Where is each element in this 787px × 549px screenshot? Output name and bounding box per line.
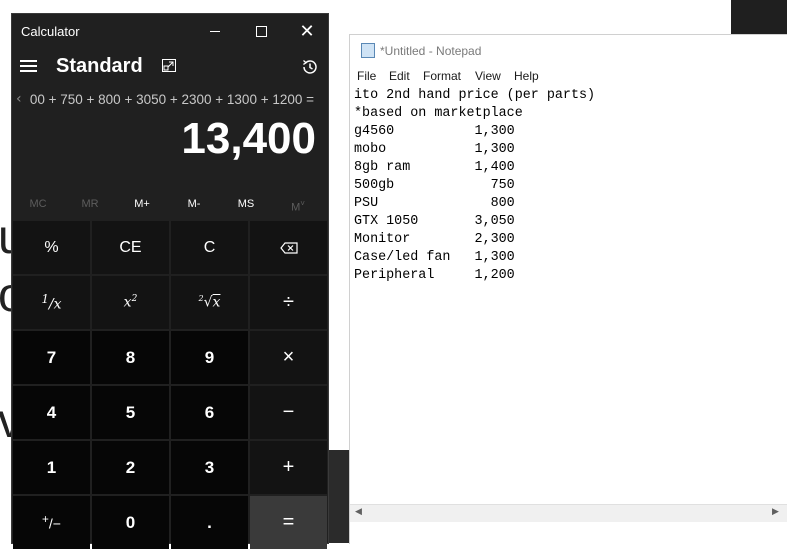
digit-2-button[interactable]: 2	[92, 441, 169, 494]
text-line: GTX 1050 3,050	[354, 214, 515, 229]
memory-clear-button[interactable]: MC	[12, 192, 64, 216]
memory-list-button[interactable]: M˅	[272, 192, 324, 216]
menu-edit[interactable]: Edit	[389, 69, 410, 83]
digit-0-button[interactable]: 0	[92, 496, 169, 549]
menu-help[interactable]: Help	[514, 69, 539, 83]
memory-list-label: M	[291, 201, 301, 214]
digit-1-button[interactable]: 1	[13, 441, 90, 494]
square-button[interactable]: x2	[92, 276, 169, 329]
backspace-button[interactable]	[250, 221, 327, 274]
backspace-icon	[279, 241, 298, 254]
notepad-text-area[interactable]: ito 2nd hand price (per parts) *based on…	[350, 87, 787, 504]
calculator-header: Standard	[12, 48, 328, 88]
multiply-button[interactable]: ×	[250, 331, 327, 384]
close-button[interactable]: ✕	[284, 14, 330, 48]
notepad-icon	[361, 43, 375, 58]
result-display: 13,400	[181, 114, 316, 163]
square-root-label: 2√x	[198, 294, 221, 311]
text-line: 500gb 750	[354, 178, 515, 193]
clear-entry-button[interactable]: CE	[92, 221, 169, 274]
negate-minus: /−	[48, 515, 61, 532]
subtract-button[interactable]: −	[250, 386, 327, 439]
scroll-left-icon[interactable]: ◀	[355, 507, 362, 517]
notepad-titlebar[interactable]: *Untitled - Notepad	[350, 35, 787, 65]
calculator-titlebar[interactable]: Calculator ✕	[12, 14, 328, 48]
digit-5-button[interactable]: 5	[92, 386, 169, 439]
hamburger-icon[interactable]	[20, 60, 37, 72]
digit-3-button[interactable]: 3	[171, 441, 248, 494]
digit-6-button[interactable]: 6	[171, 386, 248, 439]
memory-store-button[interactable]: MS	[220, 192, 272, 216]
text-line: PSU 800	[354, 196, 515, 211]
text-line: ito 2nd hand price (per parts)	[354, 88, 596, 103]
minimize-button[interactable]	[192, 14, 238, 48]
text-line: Case/led fan 1,300	[354, 250, 515, 265]
memory-add-button[interactable]: M+	[116, 192, 168, 216]
minimize-icon	[210, 30, 220, 32]
negate-label: +/−	[42, 513, 61, 532]
reciprocal-denominator: x	[53, 296, 62, 313]
calculator-mode-title: Standard	[56, 55, 143, 77]
digit-4-button[interactable]: 4	[13, 386, 90, 439]
maximize-button[interactable]	[238, 14, 284, 48]
square-exponent: 2	[131, 294, 138, 305]
decimal-button[interactable]: .	[171, 496, 248, 549]
text-line: g4560 1,300	[354, 124, 515, 139]
square-base: x	[123, 294, 132, 311]
horizontal-scrollbar[interactable]: ◀ ▶	[350, 504, 787, 522]
menu-view[interactable]: View	[475, 69, 501, 83]
close-icon: ✕	[299, 20, 315, 42]
calculator-window: Calculator ✕ Standard ‹ 00 + 750 + 800 +…	[12, 14, 328, 549]
digit-8-button[interactable]: 8	[92, 331, 169, 384]
expression-display: 00 + 750 + 800 + 3050 + 2300 + 1300 + 12…	[29, 92, 314, 107]
digit-7-button[interactable]: 7	[13, 331, 90, 384]
reciprocal-label: 1/x	[41, 292, 62, 313]
text-line: *based on marketplace	[354, 106, 523, 121]
memory-recall-button[interactable]: MR	[64, 192, 116, 216]
negate-button[interactable]: +/−	[13, 496, 90, 549]
text-line: mobo 1,300	[354, 142, 515, 157]
add-button[interactable]: +	[250, 441, 327, 494]
percent-button[interactable]: %	[13, 221, 90, 274]
reciprocal-button[interactable]: 1/x	[13, 276, 90, 329]
history-icon[interactable]	[301, 58, 319, 76]
calculator-window-title: Calculator	[21, 24, 80, 39]
square-root-button[interactable]: 2√x	[171, 276, 248, 329]
divide-button[interactable]: ÷	[250, 276, 327, 329]
square-label: x2	[124, 294, 138, 311]
equals-button[interactable]: =	[250, 496, 327, 549]
memory-list-caret-icon: ˅	[300, 199, 305, 208]
clear-button[interactable]: C	[171, 221, 248, 274]
notepad-window-title: *Untitled - Notepad	[380, 44, 482, 58]
memory-subtract-button[interactable]: M-	[168, 192, 220, 216]
notepad-menubar: File Edit Format View Help	[350, 65, 787, 87]
text-line: Peripheral 1,200	[354, 268, 515, 283]
keep-on-top-icon[interactable]	[162, 59, 176, 72]
scroll-right-icon[interactable]: ▶	[772, 507, 779, 517]
memory-row: MC MR M+ M- MS M˅	[12, 192, 328, 216]
digit-9-button[interactable]: 9	[171, 331, 248, 384]
text-line: Monitor 2,300	[354, 232, 515, 247]
root-index: 2	[198, 294, 204, 304]
reciprocal-numerator: 1	[41, 292, 49, 307]
maximize-icon	[255, 25, 267, 37]
desktop-background-band	[326, 450, 350, 543]
desktop-background-window-corner	[731, 0, 787, 34]
notepad-window: *Untitled - Notepad File Edit Format Vie…	[349, 34, 787, 544]
menu-file[interactable]: File	[357, 69, 376, 83]
root-radicand: x	[212, 294, 221, 311]
negate-plus: +	[42, 513, 49, 527]
menu-format[interactable]: Format	[423, 69, 461, 83]
text-line: 8gb ram 1,400	[354, 160, 515, 175]
